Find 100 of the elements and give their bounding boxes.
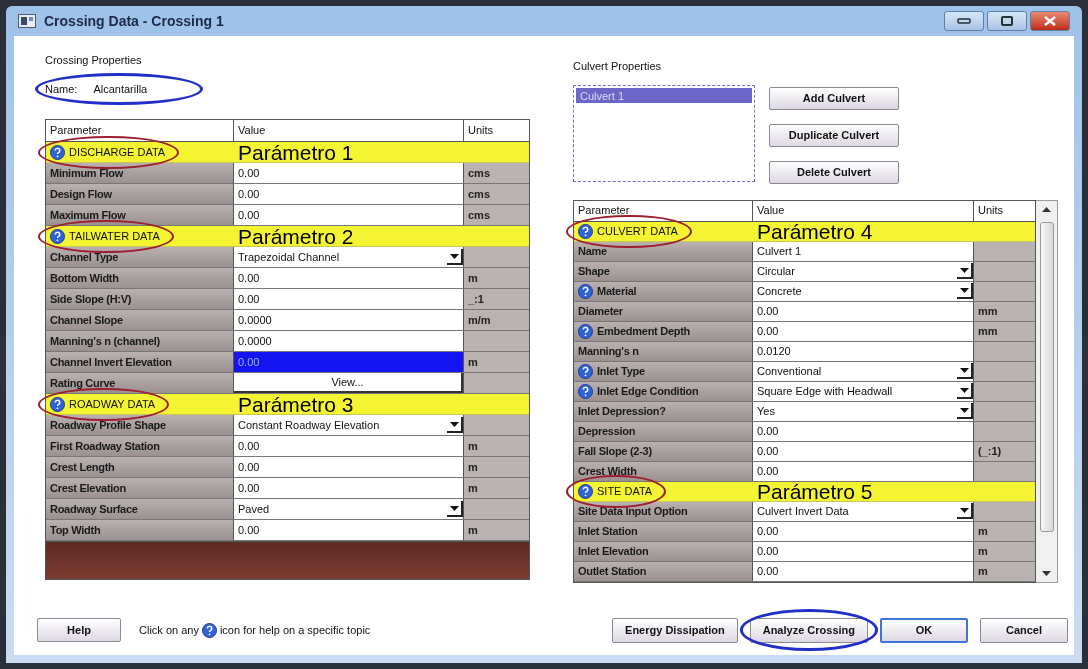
units-cell: m [464,478,529,498]
window-icon [18,14,36,28]
help-icon[interactable] [50,144,65,160]
window-title: Crossing Data - Crossing 1 [44,11,224,31]
value-field[interactable]: 0.00 [234,352,464,372]
units-cell: _:1 [464,289,529,309]
column-header: Units [467,123,495,139]
dropdown-button[interactable] [447,501,463,517]
parameter-label: Minimum Flow [50,165,124,181]
parameter-label: Inlet Elevation [578,543,649,559]
help-icon[interactable] [50,228,65,244]
culvert-button[interactable]: Duplicate Culvert [769,123,899,147]
name-field[interactable]: Alcantarilla [93,80,194,97]
units-cell: cms [464,184,529,204]
parameter-label: Channel Slope [50,312,123,328]
scroll-down-icon[interactable] [1042,570,1051,576]
help-icon[interactable] [578,363,593,379]
dropdown-value: Trapezoidal Channel [238,249,340,265]
units-cell: cms [464,163,529,183]
dialog-button[interactable]: Energy Dissipation [612,618,738,643]
scrollbar-thumb[interactable] [1039,221,1054,532]
scrollbar[interactable] [1036,199,1058,583]
help-button[interactable]: Help [37,618,121,643]
help-icon[interactable] [201,622,217,638]
parameter-label: Crest Elevation [50,480,126,496]
dropdown-button[interactable] [447,249,463,265]
minimize-button[interactable] [944,11,984,31]
annotation-label: Parámetro 5 [757,480,873,502]
units-cell: m [464,352,529,372]
parameter-label: Channel Invert Elevation [50,354,172,370]
parameter-label: Side Slope (H:V) [50,291,132,307]
help-icon[interactable] [50,396,65,412]
caret-icon [959,387,969,393]
parameter-label: Inlet Edge Condition [597,383,699,399]
caret-icon [959,367,969,373]
units-cell: m [464,268,529,288]
units-cell [464,415,529,435]
help-icon[interactable] [578,483,593,499]
parameter-label: Bottom Width [50,270,119,286]
caret-icon [449,253,459,259]
scroll-up-icon[interactable] [1042,206,1051,212]
parameter-label: Name [578,243,607,259]
units-cell: m [464,436,529,456]
section-label: TAILWATER DATA [69,228,160,244]
dropdown-button[interactable] [957,263,973,279]
dropdown-button[interactable] [447,417,463,433]
units-cell [464,499,529,519]
help-icon[interactable] [578,323,593,339]
caret-icon [449,505,459,511]
caret-icon [959,287,969,293]
close-button[interactable] [1030,11,1070,31]
parameter-label: Embedment Depth [597,323,691,339]
annotation-label: Parámetro 3 [238,393,354,415]
hint-text: icon for help on a specific topic [219,622,371,638]
parameter-label: Roadway Surface [50,501,138,517]
dialog-button[interactable]: Analyze Crossing [749,618,868,643]
parameter-label: Outlet Station [578,563,647,579]
section-label: DISCHARGE DATA [69,144,166,160]
culvert-button[interactable]: Add Culvert [769,86,899,110]
parameter-label: Depression [578,423,636,439]
parameter-label: Maximum Flow [50,207,126,223]
dropdown-button[interactable] [957,363,973,379]
culvert-button[interactable]: Delete Culvert [769,160,899,184]
dropdown-button[interactable] [957,403,973,419]
dropdown-value: Yes [757,403,775,419]
help-icon[interactable] [578,383,593,399]
dropdown-value: Circular [757,263,795,279]
parameter-label: Inlet Type [597,363,645,379]
view-button[interactable]: View... [234,373,463,393]
column-header: Value [234,120,464,141]
parameter-label: Shape [578,263,610,279]
units-cell: m/m [464,310,529,330]
section-label: CULVERT DATA [597,223,678,239]
column-header: Parameter [574,200,753,221]
dropdown-value: Conventional [757,363,822,379]
parameter-label: Roadway Profile Shape [50,417,166,433]
dropdown-button[interactable] [957,383,973,399]
parameter-label: Channel Type [50,249,118,265]
parameter-label: Design Flow [50,186,112,202]
annotation-label: Parámetro 1 [238,141,354,163]
dropdown-value: Paved [238,501,270,517]
parameter-label: Inlet Depression? [578,403,666,419]
culvert-list-item[interactable]: Culvert 1 [576,87,752,103]
column-header: Units [977,203,1005,219]
parameter-label: First Roadway Station [50,438,160,454]
dialog-button[interactable]: OK [880,618,968,643]
dropdown-button[interactable] [957,503,973,519]
close-icon [1044,16,1056,26]
parameter-label: Rating Curve [50,375,116,391]
parameter-label: Top Width [50,522,101,538]
parameter-label: Crest Length [50,459,115,475]
section-title: Crossing Properties [45,53,143,68]
annotation-label: Parámetro 2 [238,225,354,247]
dialog-button[interactable]: Cancel [980,618,1068,643]
maximize-button[interactable] [987,11,1027,31]
dropdown-button[interactable] [957,283,973,299]
dropdown-value: Concrete [757,283,802,299]
parameter-label: Manning's n [578,343,639,359]
help-icon[interactable] [578,223,593,239]
help-icon[interactable] [578,283,593,299]
